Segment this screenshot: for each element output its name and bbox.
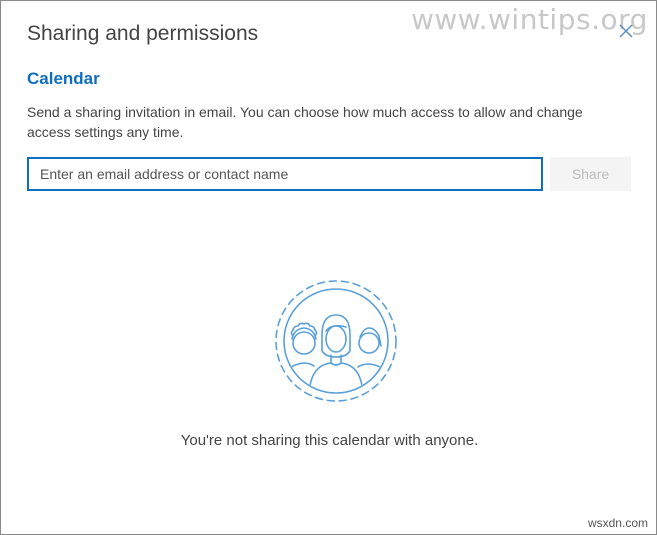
- email-input[interactable]: [27, 157, 543, 191]
- watermark: www.wintips.org: [411, 3, 648, 36]
- dialog-title: Sharing and permissions: [27, 22, 259, 45]
- sharing-permissions-dialog: Sharing and permissions www.wintips.org …: [0, 0, 657, 535]
- footer-watermark: wsxdn.com: [587, 516, 648, 530]
- sharing-description: Send a sharing invitation in email. You …: [27, 104, 583, 140]
- close-icon[interactable]: [618, 23, 634, 39]
- calendar-name: Calendar: [27, 69, 100, 88]
- people-circle-icon: [274, 279, 398, 403]
- share-button[interactable]: Share: [550, 157, 631, 191]
- empty-sharing-message: You're not sharing this calendar with an…: [180, 432, 479, 449]
